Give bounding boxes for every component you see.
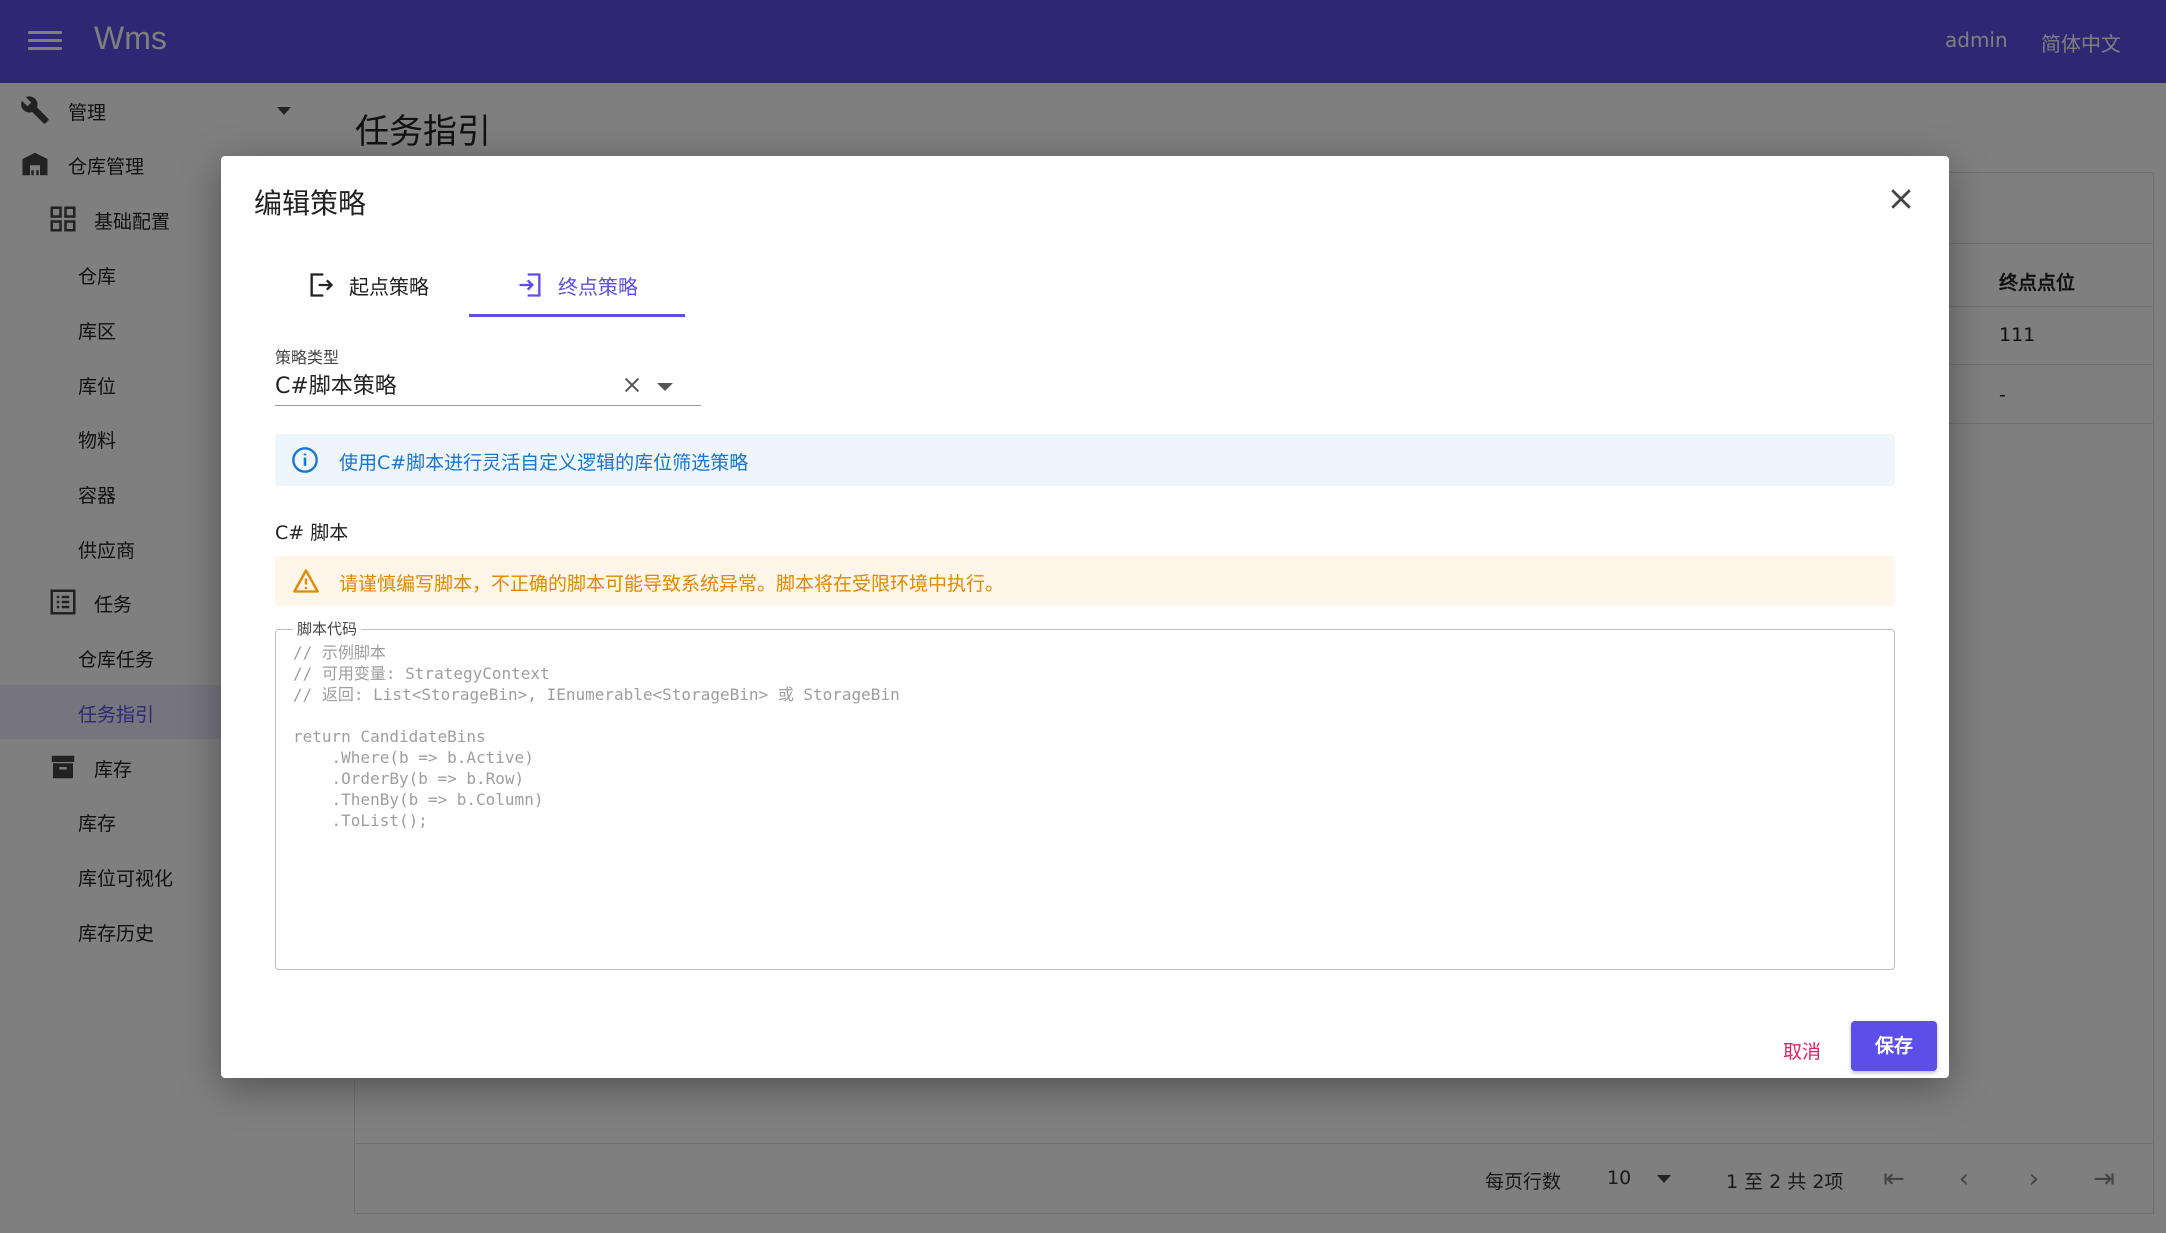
dialog-title: 编辑策略	[254, 187, 367, 220]
info-alert-text: 使用C#脚本进行灵活自定义逻辑的库位筛选策略	[339, 452, 749, 474]
strategy-type-label: 策略类型	[275, 348, 340, 367]
warning-alert: 请谨慎编写脚本，不正确的脚本可能导致系统异常。脚本将在受限环境中执行。	[275, 556, 1895, 606]
script-code-placeholder[interactable]: // 示例脚本 // 可用变量: StrategyContext // 返回: …	[293, 642, 1873, 831]
close-icon[interactable]	[1886, 184, 1916, 214]
cancel-button[interactable]: 取消	[1769, 1029, 1835, 1075]
script-code-label: 脚本代码	[293, 618, 362, 639]
script-section-title: C# 脚本	[275, 522, 349, 544]
login-icon	[310, 273, 334, 297]
strategy-type-select[interactable]: C#脚本策略	[275, 368, 397, 400]
logout-icon	[519, 273, 541, 297]
tab-end-strategy[interactable]: 终点策略	[469, 252, 685, 318]
edit-strategy-dialog: 编辑策略 起点策略 终点策略 策略类型 C#脚本策略 使用C#脚本进行灵活自定义…	[221, 156, 1949, 1078]
tab-label: 终点策略	[558, 274, 638, 299]
save-button[interactable]: 保存	[1851, 1021, 1937, 1071]
warning-alert-text: 请谨慎编写脚本，不正确的脚本可能导致系统异常。脚本将在受限环境中执行。	[339, 573, 1005, 595]
tab-label: 起点策略	[349, 274, 429, 299]
warning-icon	[293, 569, 319, 593]
info-alert: 使用C#脚本进行灵活自定义逻辑的库位筛选策略	[275, 434, 1895, 486]
info-icon	[292, 447, 318, 473]
select-underline	[275, 405, 701, 406]
tab-indicator	[469, 314, 685, 317]
chevron-down-icon[interactable]	[657, 383, 673, 391]
clear-icon[interactable]	[621, 374, 643, 396]
tab-start-strategy[interactable]: 起点策略	[267, 252, 469, 318]
